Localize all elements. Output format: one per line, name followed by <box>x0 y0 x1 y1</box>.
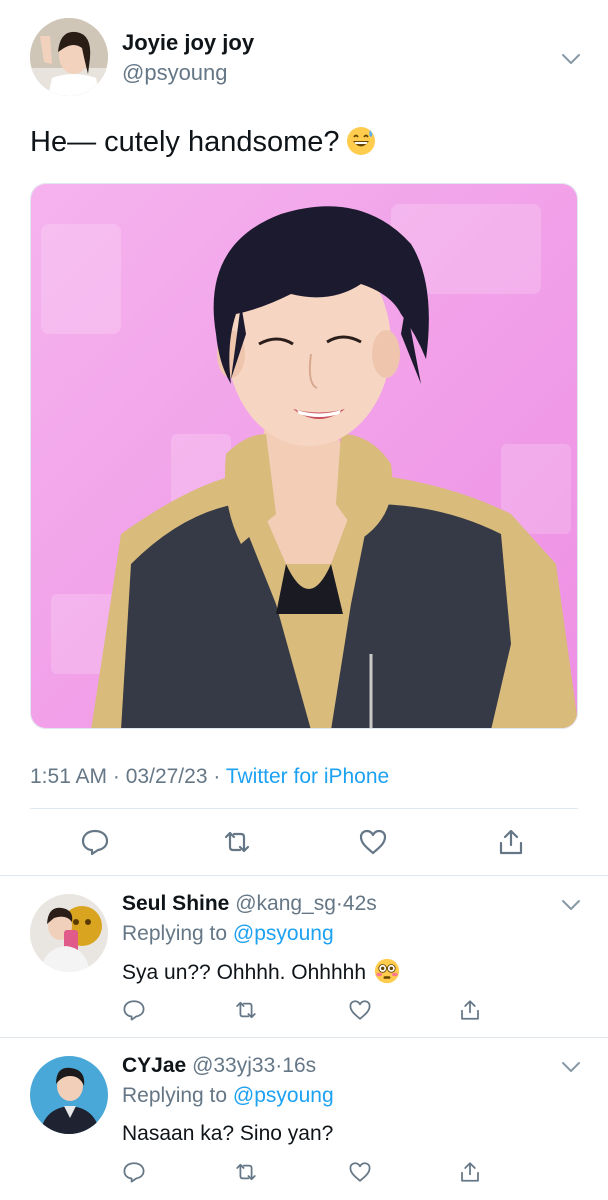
tweet-photo[interactable] <box>30 183 578 729</box>
main-tweet: Joyie joy joy @psyoung He— cutely handso… <box>0 0 608 875</box>
reply-actions <box>122 1160 482 1188</box>
reply-text-content: Sya un?? Ohhhh. Ohhhhh <box>122 961 367 984</box>
reply-icon[interactable] <box>80 827 110 857</box>
replying-to: Replying to @psyoung <box>122 1084 334 1108</box>
reply-handle[interactable]: @kang_sg <box>235 892 336 915</box>
retweet-icon[interactable] <box>222 827 252 857</box>
author-handle[interactable]: @psyoung <box>122 60 228 86</box>
tweet-source-link[interactable]: Twitter for iPhone <box>226 765 389 788</box>
share-icon[interactable] <box>458 1160 482 1184</box>
like-icon[interactable] <box>348 1160 372 1184</box>
tweet-time[interactable]: 1:51 AM <box>30 765 107 788</box>
reply-display-name[interactable]: CYJae <box>122 1054 186 1077</box>
divider <box>30 808 578 809</box>
grinning-face-with-sweat-emoji-icon <box>346 127 375 155</box>
reply-icon[interactable] <box>122 1160 146 1184</box>
reply-header: CYJae @33yj33·16s <box>122 1054 316 1078</box>
tweet-actions <box>30 822 578 862</box>
time-separator: · <box>335 892 343 915</box>
tweet-text-content: He— cutely handsome? <box>30 126 340 158</box>
tweet-text: He— cutely handsome? <box>30 126 376 159</box>
reply-actions <box>122 998 482 1026</box>
flushed-face-emoji-icon <box>374 958 400 984</box>
meta-separator: · <box>213 765 221 788</box>
reply-handle[interactable]: @33yj33 <box>192 1054 275 1077</box>
reply-icon[interactable] <box>122 998 146 1022</box>
like-icon[interactable] <box>358 827 388 857</box>
reply-avatar[interactable] <box>30 894 108 972</box>
replying-to: Replying to @psyoung <box>122 922 334 946</box>
tweet-meta: 1:51 AM · 03/27/23 · Twitter for iPhone <box>30 765 389 789</box>
reply-time: 42s <box>342 892 377 915</box>
retweet-icon[interactable] <box>234 998 258 1022</box>
reply-header: Seul Shine @kang_sg·42s <box>122 892 377 916</box>
chevron-down-icon[interactable] <box>560 1060 582 1074</box>
reply-display-name[interactable]: Seul Shine <box>122 892 229 915</box>
author-avatar[interactable] <box>30 18 108 96</box>
tweet-date[interactable]: 03/27/23 <box>126 765 208 788</box>
share-icon[interactable] <box>458 998 482 1022</box>
reply-avatar[interactable] <box>30 1056 108 1134</box>
reply-text: Nasaan ka? Sino yan? <box>122 1122 334 1145</box>
chevron-down-icon[interactable] <box>560 52 582 66</box>
like-icon[interactable] <box>348 998 372 1022</box>
share-icon[interactable] <box>496 827 526 857</box>
reply-time: 16s <box>282 1054 317 1077</box>
replying-to-mention[interactable]: @psyoung <box>233 1084 334 1107</box>
author-display-name[interactable]: Joyie joy joy <box>122 30 254 56</box>
reply-text: Sya un?? Ohhhh. Ohhhhh <box>122 958 400 985</box>
reply-tweet[interactable]: CYJae @33yj33·16s Replying to @psyoung N… <box>0 1038 608 1200</box>
replying-to-prefix: Replying to <box>122 1084 228 1107</box>
chevron-down-icon[interactable] <box>560 898 582 912</box>
replying-to-mention[interactable]: @psyoung <box>233 922 334 945</box>
reply-tweet[interactable]: Seul Shine @kang_sg·42s Replying to @psy… <box>0 876 608 1036</box>
replying-to-prefix: Replying to <box>122 922 228 945</box>
meta-separator: · <box>112 765 120 788</box>
retweet-icon[interactable] <box>234 1160 258 1184</box>
